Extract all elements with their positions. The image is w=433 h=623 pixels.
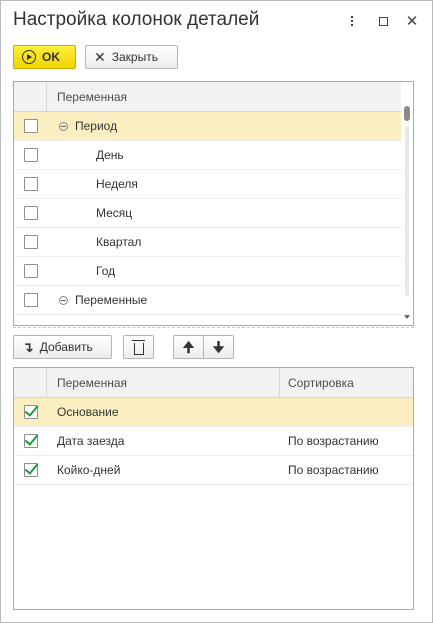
- splitter[interactable]: [13, 327, 414, 328]
- row-checkbox[interactable]: [23, 434, 38, 448]
- arrow-up-icon: 🠉: [182, 339, 195, 355]
- table-row[interactable]: Период: [14, 112, 413, 141]
- row-checkbox[interactable]: [23, 206, 38, 220]
- row-label: Дата заезда: [57, 434, 125, 448]
- maximize-icon[interactable]: [373, 11, 393, 31]
- row-sort-order[interactable]: По возрастанию: [280, 434, 379, 448]
- close-button[interactable]: ✕ Закрыть: [85, 45, 178, 69]
- row-checkbox[interactable]: [23, 119, 38, 133]
- vertical-scrollbar[interactable]: [401, 82, 413, 325]
- add-button[interactable]: ↴ Добавить: [13, 335, 112, 359]
- table-row[interactable]: Дата заезда По возрастанию: [14, 427, 413, 456]
- table-header: Переменная: [14, 82, 413, 112]
- row-checkbox[interactable]: [23, 148, 38, 162]
- row-label: Неделя: [96, 177, 138, 191]
- table-row[interactable]: Койко-дней По возрастанию: [14, 456, 413, 485]
- column-header-sort[interactable]: Сортировка: [280, 376, 354, 390]
- scroll-down-arrow-icon[interactable]: [404, 315, 410, 319]
- available-variables-table: Переменная Период День Неделя Месяц Квартал Г…: [13, 81, 414, 326]
- row-checkbox[interactable]: [23, 177, 38, 191]
- more-vertical-icon[interactable]: [342, 11, 362, 31]
- move-down-button[interactable]: 🠋: [203, 335, 234, 359]
- close-label: Закрыть: [111, 50, 158, 64]
- column-header-variable[interactable]: Переменная: [47, 376, 127, 390]
- row-label: Переменные: [75, 293, 148, 307]
- delete-button[interactable]: [123, 335, 154, 359]
- column-header-variable[interactable]: Переменная: [47, 90, 127, 104]
- table-row[interactable]: Месяц: [14, 199, 413, 228]
- add-label: Добавить: [39, 340, 93, 354]
- ok-label: OK: [42, 50, 60, 64]
- row-checkbox[interactable]: [23, 463, 38, 477]
- row-label: Койко-дней: [57, 463, 121, 477]
- scroll-thumb[interactable]: [404, 106, 410, 121]
- table-row[interactable]: Переменные: [14, 286, 413, 315]
- close-cross-icon: ✕: [94, 49, 106, 65]
- window-title: Настройка колонок деталей: [13, 9, 260, 30]
- table-header: Переменная Сортировка: [14, 368, 413, 398]
- row-checkbox[interactable]: [23, 405, 38, 419]
- trash-icon: [131, 339, 145, 355]
- play-circle-icon: [22, 50, 36, 64]
- row-sort-order[interactable]: По возрастанию: [280, 463, 379, 477]
- row-label: Месяц: [96, 206, 133, 220]
- table-row[interactable]: Основание: [14, 398, 413, 427]
- add-arrow-icon: ↴: [22, 339, 34, 355]
- collapse-icon[interactable]: [59, 121, 68, 131]
- settings-window: Настройка колонок деталей ✕ OK ✕ Закрыть…: [0, 0, 433, 623]
- row-label: День: [96, 148, 124, 162]
- collapse-icon[interactable]: [59, 295, 68, 305]
- row-checkbox[interactable]: [23, 235, 38, 249]
- arrow-down-icon: 🠋: [212, 339, 225, 355]
- ok-button[interactable]: OK: [13, 45, 76, 69]
- table-row[interactable]: Неделя: [14, 170, 413, 199]
- close-icon[interactable]: ✕: [402, 11, 422, 31]
- row-checkbox[interactable]: [23, 264, 38, 278]
- row-label: Год: [96, 264, 116, 278]
- table-row[interactable]: Год: [14, 257, 413, 286]
- row-label: Квартал: [96, 235, 142, 249]
- table-row[interactable]: День: [14, 141, 413, 170]
- move-up-button[interactable]: 🠉: [173, 335, 204, 359]
- table-row[interactable]: Квартал: [14, 228, 413, 257]
- row-label: Период: [75, 119, 118, 133]
- selected-variables-table: Переменная Сортировка Основание Дата заез…: [13, 367, 414, 610]
- row-checkbox[interactable]: [23, 293, 38, 307]
- row-label: Основание: [57, 405, 119, 419]
